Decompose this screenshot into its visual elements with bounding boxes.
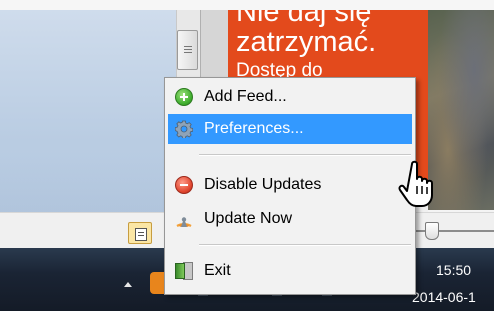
menu-item-label: Add Feed... <box>204 88 287 105</box>
scrollbar-thumb[interactable] <box>177 30 198 70</box>
disable-red-icon <box>175 176 193 194</box>
menu-item-add-feed[interactable]: Add Feed... <box>168 82 412 112</box>
menu-item-disable-updates[interactable]: Disable Updates <box>168 170 412 200</box>
menu-item-label: Preferences... <box>204 120 304 137</box>
rss-feed-icon <box>175 210 193 228</box>
menu-item-update-now[interactable]: Update Now <box>168 204 412 234</box>
menu-item-label: Update Now <box>204 210 293 227</box>
clock-time[interactable]: 15:50 <box>436 262 471 278</box>
tray-context-menu: Add Feed... Preferences... Disable Updat… <box>164 77 416 295</box>
menu-separator <box>199 154 411 156</box>
menu-item-label: Disable Updates <box>204 176 322 193</box>
page-view-icon <box>135 228 147 241</box>
status-bar-view-button[interactable] <box>128 222 152 244</box>
gear-icon <box>174 120 194 139</box>
exit-door-icon <box>175 262 193 280</box>
show-hidden-icons-arrow-icon[interactable] <box>124 282 132 287</box>
menu-separator <box>199 244 411 246</box>
ad-text-line: zatrzymać. <box>236 26 377 58</box>
add-green-icon <box>175 88 193 106</box>
menu-item-label: Exit <box>204 262 231 279</box>
hand-pointer-cursor-icon <box>398 160 442 210</box>
menu-item-exit[interactable]: Exit <box>168 256 412 286</box>
clock-date[interactable]: 2014-06-1 <box>412 289 476 305</box>
window-top-strip <box>0 0 494 10</box>
menu-item-preferences[interactable]: Preferences... <box>168 114 412 144</box>
zoom-slider-thumb[interactable] <box>425 222 439 240</box>
